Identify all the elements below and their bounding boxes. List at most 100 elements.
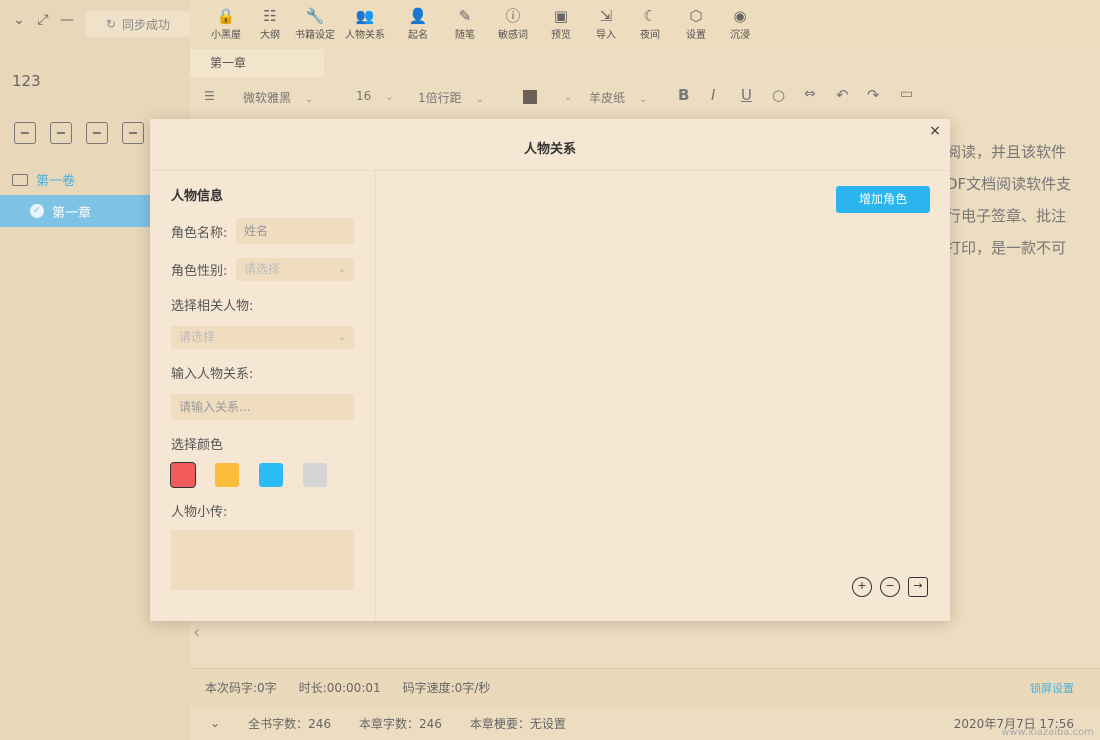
color-caret-icon[interactable]: ⌄: [550, 89, 572, 103]
main-toolbar: 🔒 小黑屋 ☷ 大纲 🔧 书籍设定 👥 人物关系 👤 起名 ✎ 随笔 ⓘ 敏感词 ▣ 预览 ⇲ 导入 ☾ 夜间 ⬡ 设置 ◉…: [190, 0, 1100, 48]
close-icon[interactable]: ×: [928, 124, 942, 138]
window-controls: ⌄ ⤢ —: [12, 12, 74, 28]
add-chapter-icon[interactable]: [14, 122, 36, 144]
toolbar-item-immersive[interactable]: ◉ 沉浸: [720, 6, 760, 41]
relation-graph-canvas[interactable]: 增加角色 + − →: [376, 171, 950, 621]
search-icon[interactable]: ○: [772, 86, 785, 104]
toolbar-item-preview[interactable]: ▣ 预览: [541, 6, 581, 41]
color-swatch-red[interactable]: [170, 462, 196, 488]
toolbar-item-label: 设置: [686, 30, 706, 41]
settings-icon: ⬡: [689, 7, 703, 25]
toolbar-item-label: 预览: [551, 30, 571, 41]
editor-line: DF文档阅读软件支: [946, 175, 1072, 193]
related-select[interactable]: 请选择 ⌄: [171, 326, 354, 349]
chevron-down-icon[interactable]: ⌄: [210, 716, 220, 730]
toolbar-item-label: 书籍设定: [295, 30, 335, 41]
export-icon[interactable]: [86, 122, 108, 144]
toolbar-item-import[interactable]: ⇲ 导入: [586, 6, 626, 41]
check-icon: ✓: [30, 204, 44, 218]
bio-textarea[interactable]: [171, 530, 354, 590]
sync-icon: ↻: [105, 17, 117, 31]
gender-select[interactable]: 请选择 ⌄: [236, 258, 354, 281]
book-title: 123: [12, 72, 41, 90]
sidebar-item-volume[interactable]: 第一卷: [12, 170, 75, 189]
toolbar-item-pen[interactable]: ✎ 随笔: [445, 6, 485, 41]
toolbar-item-moon[interactable]: ☾ 夜间: [630, 6, 670, 41]
editor-line: 行电子签章、批注: [946, 207, 1067, 225]
chevron-left-icon[interactable]: ‹: [193, 622, 200, 643]
toolbar-item-label: 沉浸: [730, 30, 750, 41]
character-info-panel: 人物信息 角色名称: 姓名 角色性别: 请选择 ⌄ 选择相关人物: 请选择 ⌄ …: [150, 171, 376, 621]
background-theme-select[interactable]: 羊皮纸 ⌄: [589, 89, 647, 106]
text-color-swatch[interactable]: [523, 90, 537, 104]
toolbar-item-lock[interactable]: 🔒 小黑屋: [206, 6, 246, 41]
sidebar-tools: [14, 122, 144, 144]
typing-speed: 码字速度:0字/秒: [402, 681, 491, 695]
character-relations-dialog: 人物关系 × 人物信息 角色名称: 姓名 角色性别: 请选择 ⌄ 选择相关人物:…: [150, 119, 950, 621]
underline-icon[interactable]: U: [741, 86, 752, 104]
folder-icon: [12, 173, 28, 186]
color-swatch-blue[interactable]: [259, 463, 283, 487]
undo-icon[interactable]: ↶: [836, 86, 849, 104]
relation-label: 输入人物关系:: [171, 367, 254, 382]
color-label: 选择颜色: [171, 438, 224, 453]
toolbar-item-settings[interactable]: ⬡ 设置: [676, 6, 716, 41]
bold-icon[interactable]: B: [678, 86, 689, 104]
list-icon[interactable]: ☰: [204, 89, 215, 103]
immersive-icon: ◉: [733, 7, 747, 25]
editor-line: 阅读，并且该软件: [946, 143, 1067, 161]
person-icon: 👤: [408, 7, 428, 25]
line-spacing-select[interactable]: 1倍行距 ⌄: [418, 89, 484, 106]
minimize-icon[interactable]: —: [60, 12, 74, 28]
toolbar-item-outline[interactable]: ☷ 大纲: [250, 6, 290, 41]
tab-chapter[interactable]: 第一章: [190, 49, 324, 77]
chapter-label: 第一章: [52, 205, 92, 221]
add-folder-icon[interactable]: [50, 122, 72, 144]
toolbar-item-person[interactable]: 👤 起名: [398, 6, 438, 41]
editor-line: 打印，是一款不可: [946, 239, 1067, 257]
lock-icon: 🔒: [216, 7, 236, 25]
graph-tools: + − →: [852, 577, 928, 597]
zoom-out-icon[interactable]: −: [880, 577, 900, 597]
gender-placeholder: 请选择: [244, 262, 281, 276]
toolbar-item-label: 敏感词: [498, 30, 528, 41]
save-icon[interactable]: ▭: [900, 86, 913, 102]
color-swatch-gray[interactable]: [303, 463, 327, 487]
toolbar-item-label: 随笔: [455, 30, 475, 41]
fullscreen-icon[interactable]: ⤢: [36, 12, 50, 28]
delete-icon[interactable]: [122, 122, 144, 144]
bio-label: 人物小传:: [171, 505, 228, 520]
color-swatch-yellow[interactable]: [215, 463, 239, 487]
name-input[interactable]: 姓名: [236, 218, 354, 244]
font-family-select[interactable]: 微软雅黑 ⌄: [243, 89, 313, 106]
zoom-in-icon[interactable]: +: [852, 577, 872, 597]
pen-icon: ✎: [458, 7, 472, 25]
gender-row: 角色性别: 请选择 ⌄: [171, 258, 375, 281]
format-toolbar: ☰ 微软雅黑 ⌄ 16 ⌄ 1倍行距 ⌄ ⌄ 羊皮纸 ⌄ B I U ○ ⇔ ↶ ↷ ▭: [190, 80, 1100, 114]
redo-icon[interactable]: ↷: [867, 86, 880, 104]
color-swatches: [170, 462, 375, 488]
chevron-down-icon: ⌄: [337, 332, 346, 343]
name-label: 角色名称:: [171, 225, 228, 241]
related-placeholder: 请选择: [179, 330, 216, 344]
add-role-button[interactable]: 增加角色: [836, 186, 930, 213]
italic-icon[interactable]: I: [711, 86, 715, 104]
chevron-down-icon[interactable]: ⌄: [12, 12, 26, 28]
font-size-select[interactable]: 16 ⌄: [356, 89, 394, 103]
toolbar-item-label: 导入: [596, 30, 616, 41]
toolbar-item-label: 大纲: [260, 30, 280, 41]
sync-button[interactable]: ↻ 同步成功: [86, 11, 190, 37]
editor-content[interactable]: 阅读，并且该软件 DF文档阅读软件支 行电子签章、批注 打印，是一款不可: [946, 136, 1100, 264]
relation-input[interactable]: 请输入关系...: [171, 394, 354, 420]
session-chars: 本次码字:0字: [205, 681, 277, 695]
lock-settings-link[interactable]: 锁屏设置: [1030, 680, 1074, 696]
toolbar-item-people[interactable]: 👥 人物关系: [345, 6, 385, 41]
replace-icon[interactable]: ⇔: [804, 86, 816, 102]
toolbar-item-alert[interactable]: ⓘ 敏感词: [493, 6, 533, 41]
export-icon[interactable]: →: [908, 577, 928, 597]
gender-label: 角色性别:: [171, 264, 228, 279]
toolbar-item-wrench[interactable]: 🔧 书籍设定: [295, 6, 335, 41]
book-stats-bar: ⌄ 全书字数：246 本章字数：246 本章梗要：无设置 2020年7月7日 1…: [190, 706, 1100, 740]
volume-label: 第一卷: [36, 174, 76, 189]
chevron-down-icon: ⌄: [337, 264, 346, 275]
